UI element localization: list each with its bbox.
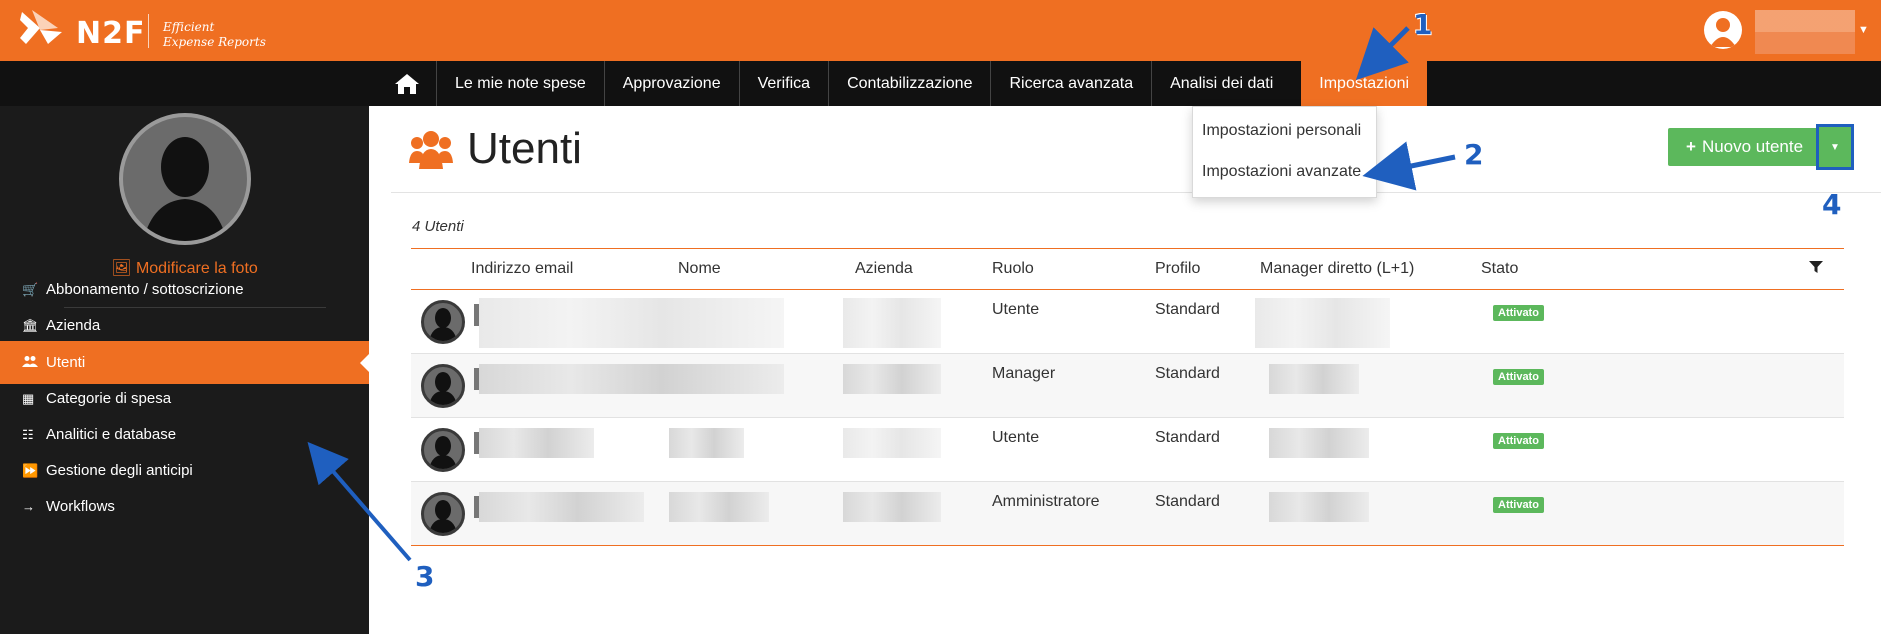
annotation-number-3: 3 (415, 560, 435, 593)
annotation-arrow-2 (1362, 141, 1456, 191)
annotation-number-4: 4 (1822, 188, 1842, 221)
annotation-arrow-1 (1355, 26, 1410, 81)
annotation-arrows (307, 26, 1456, 562)
annotation-number-1: 1 (1413, 8, 1433, 41)
annotation-number-2: 2 (1464, 138, 1484, 171)
annotation-arrow-3 (307, 441, 412, 562)
